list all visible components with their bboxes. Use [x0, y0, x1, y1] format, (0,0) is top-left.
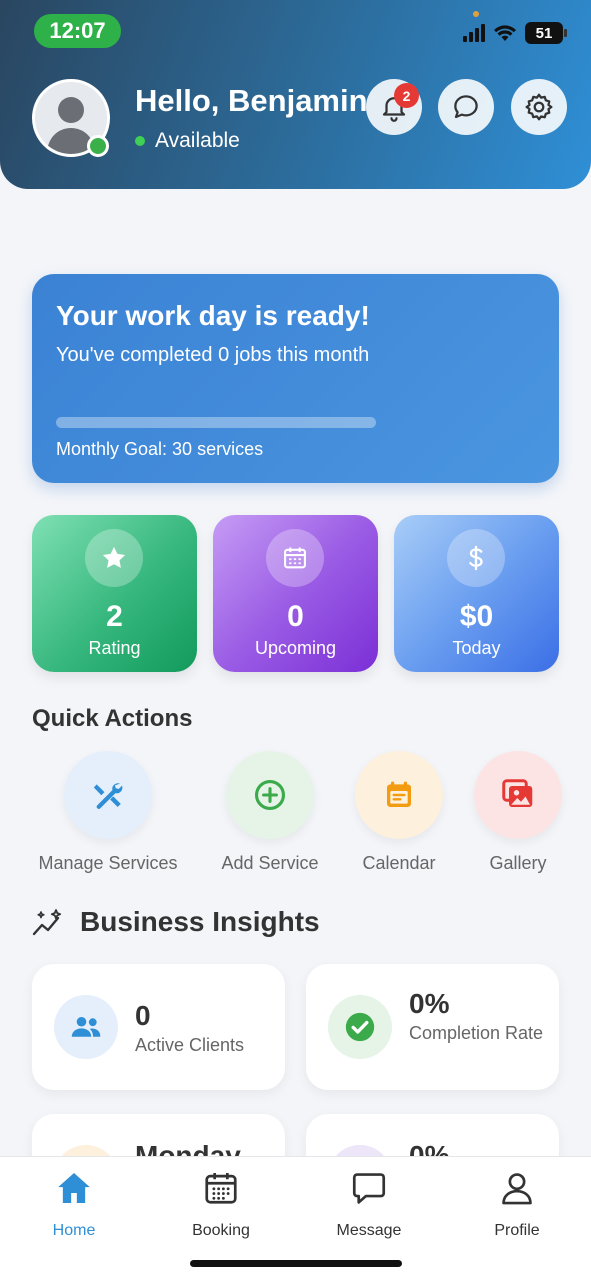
dollar-icon [447, 529, 505, 587]
gallery-action[interactable]: Gallery [438, 751, 591, 874]
people-icon [54, 995, 118, 1059]
upcoming-value: 0 [287, 600, 304, 633]
business-insights-title: Business Insights [80, 906, 320, 937]
online-status-dot [87, 135, 109, 157]
greeting: Hello, Benjamin [135, 83, 368, 118]
status-icons: 51 [463, 22, 567, 44]
availability-status[interactable]: Available [135, 129, 240, 153]
status-time: 12:07 [34, 14, 121, 48]
completion-rate-value: 0% [409, 988, 450, 1019]
calendar-icon [266, 529, 324, 587]
manage-services-action[interactable]: Manage Services [28, 751, 188, 874]
check-circle-icon [328, 995, 392, 1059]
active-clients-label: Active Clients [135, 1035, 245, 1055]
nav-home[interactable]: Home [19, 1167, 129, 1240]
available-dot [135, 136, 145, 146]
wifi-icon [494, 25, 516, 41]
calendar-grid-icon [166, 1167, 276, 1209]
work-day-subtitle: You've completed 0 jobs this month [56, 344, 370, 366]
rating-value: 2 [106, 600, 123, 633]
monthly-goal-text: Monthly Goal: 30 services [56, 439, 264, 459]
completion-rate-label: Completion Rate [409, 1023, 544, 1043]
today-earnings-card[interactable]: $0 Today [394, 515, 559, 672]
upcoming-card[interactable]: 0 Upcoming [213, 515, 378, 672]
star-icon [85, 529, 143, 587]
signal-icon [463, 24, 485, 42]
work-day-card[interactable]: Your work day is ready! You've completed… [32, 274, 559, 483]
chat-icon [454, 95, 478, 119]
privacy-indicator [473, 11, 479, 17]
work-day-title: Your work day is ready! [56, 300, 370, 331]
nav-message[interactable]: Message [314, 1167, 424, 1240]
manage-services-label: Manage Services [38, 853, 178, 873]
nav-home-label: Home [52, 1222, 96, 1239]
insights-sparkle-icon [32, 909, 62, 936]
home-indicator [190, 1260, 402, 1267]
nav-booking[interactable]: Booking [166, 1167, 276, 1240]
home-icon [19, 1167, 129, 1209]
chat-button[interactable] [438, 79, 494, 135]
rating-label: Rating [88, 638, 141, 658]
active-clients-value: 0 [135, 1000, 151, 1031]
nav-booking-label: Booking [192, 1222, 250, 1239]
quick-actions-title: Quick Actions [32, 705, 193, 732]
today-label: Today [452, 638, 501, 658]
active-clients-card[interactable]: 0 Active Clients [32, 964, 285, 1090]
message-icon [314, 1167, 424, 1209]
person-icon [462, 1167, 572, 1209]
app-header: 12:07 51 Hello, Benjamin Available 2 [0, 0, 591, 189]
calendar-icon [355, 751, 443, 839]
nav-profile[interactable]: Profile [462, 1167, 572, 1240]
gallery-label: Gallery [489, 853, 547, 873]
plus-circle-icon [226, 751, 314, 839]
battery-icon: 51 [525, 22, 567, 44]
settings-button[interactable] [511, 79, 567, 135]
notification-badge: 2 [394, 83, 419, 108]
monthly-goal-progress [56, 417, 376, 428]
completion-rate-card[interactable]: 0% Completion Rate [306, 964, 559, 1090]
today-value: $0 [459, 600, 494, 633]
upcoming-label: Upcoming [254, 638, 337, 658]
tools-icon [64, 751, 152, 839]
rating-card[interactable]: 2 Rating [32, 515, 197, 672]
nav-message-label: Message [336, 1222, 402, 1239]
availability-label: Available [155, 129, 240, 152]
gear-icon [525, 93, 553, 121]
gallery-icon [474, 751, 562, 839]
nav-profile-label: Profile [494, 1222, 540, 1239]
